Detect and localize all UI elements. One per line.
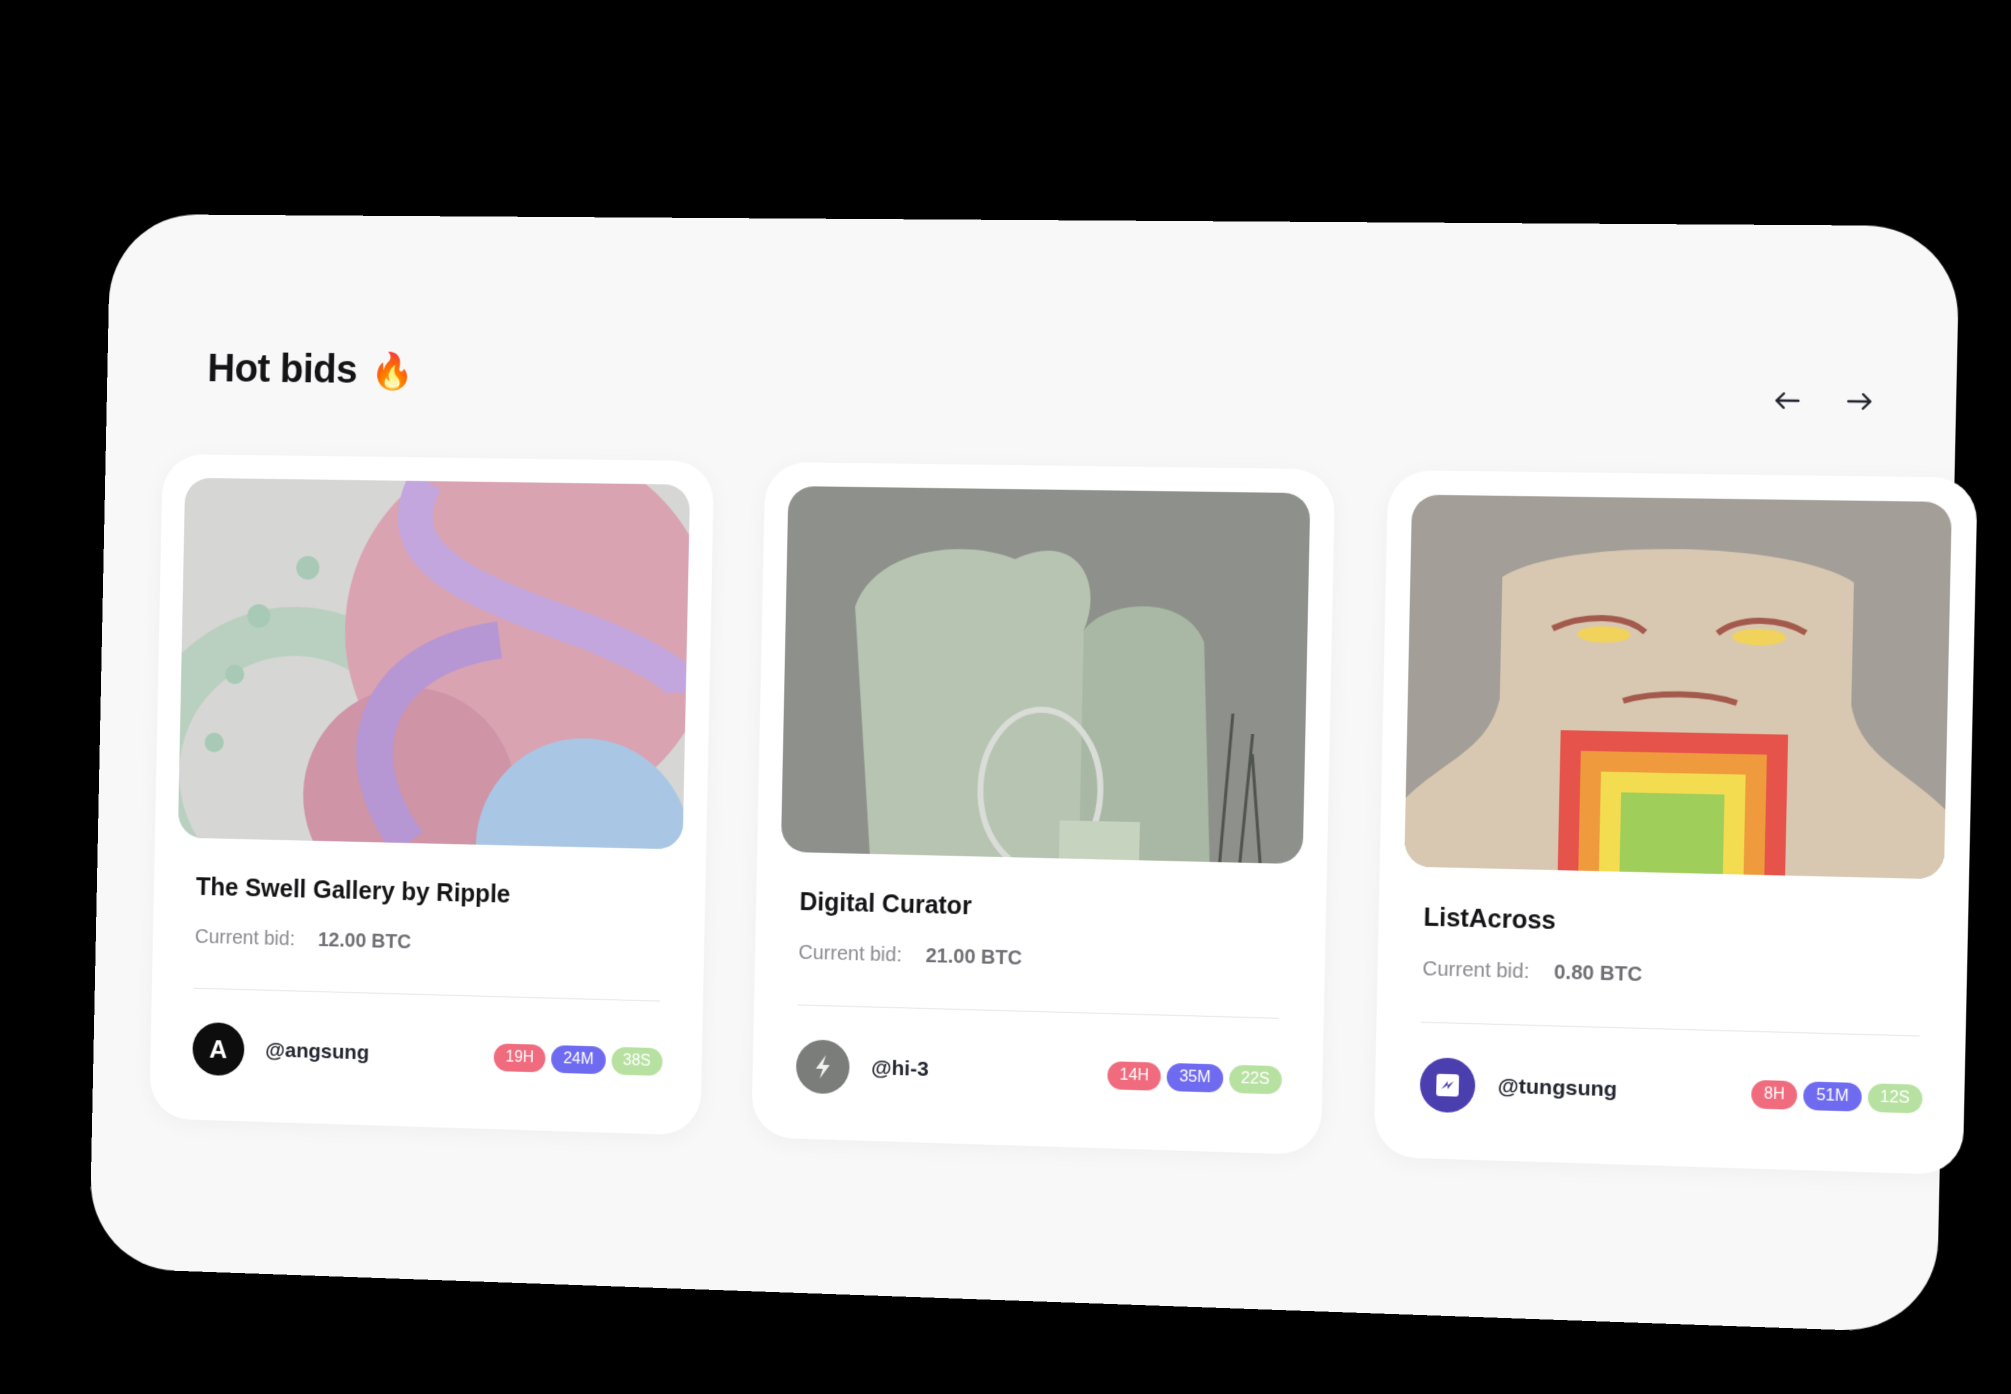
current-bid: Current bid: 21.00 BTC — [798, 942, 1022, 971]
owner-info[interactable]: A @angsung — [192, 1021, 370, 1080]
timer-seconds: 38S — [610, 1046, 663, 1076]
owner-info[interactable]: @tungsung — [1419, 1057, 1617, 1118]
bid-value: 12.00 BTC — [317, 929, 412, 954]
bid-value: 0.80 BTC — [1553, 961, 1643, 987]
bid-card[interactable]: ListAcross Current bid: 0.80 BTC @tungsu… — [1373, 469, 1978, 1176]
avatar[interactable]: A — [192, 1021, 245, 1077]
divider — [193, 987, 660, 1002]
timer-hours: 8H — [1750, 1079, 1798, 1110]
carousel-nav — [1764, 378, 1884, 424]
countdown-timer: 14H 35M 22S — [1107, 1061, 1283, 1095]
divider — [797, 1004, 1280, 1019]
bolt-icon — [815, 1054, 830, 1079]
current-bid: Current bid: 0.80 BTC — [1422, 958, 1642, 987]
card-title[interactable]: ListAcross — [1423, 903, 1556, 936]
prev-button[interactable] — [1764, 378, 1811, 423]
countdown-timer: 19H 24M 38S — [493, 1043, 663, 1076]
bid-cards: The Swell Gallery by Ripple Current bid:… — [149, 453, 1978, 1176]
bid-label: Current bid: — [1422, 958, 1530, 984]
timer-minutes: 24M — [551, 1045, 606, 1075]
section-header: Hot bids 🔥 — [207, 347, 414, 393]
bid-label: Current bid: — [798, 941, 903, 967]
fire-icon: 🔥 — [370, 350, 415, 391]
timer-minutes: 51M — [1803, 1081, 1862, 1112]
avatar-letter: A — [209, 1033, 228, 1064]
next-button[interactable] — [1836, 379, 1883, 425]
owner-handle[interactable]: @hi-3 — [871, 1056, 929, 1082]
arrow-right-icon — [1846, 391, 1874, 412]
artwork-image[interactable] — [177, 477, 691, 850]
timer-hours: 14H — [1107, 1061, 1162, 1091]
bid-card[interactable]: Digital Curator Current bid: 21.00 BTC @… — [751, 461, 1336, 1156]
logo-icon — [1436, 1073, 1460, 1097]
current-bid: Current bid: 12.00 BTC — [195, 926, 412, 954]
card-title[interactable]: Digital Curator — [799, 888, 972, 921]
timer-minutes: 35M — [1166, 1062, 1224, 1093]
page-title: Hot bids — [207, 346, 358, 392]
owner-handle[interactable]: @tungsung — [1497, 1075, 1617, 1103]
bid-value: 21.00 BTC — [925, 945, 1023, 970]
artwork-image[interactable] — [1404, 494, 1952, 880]
avatar[interactable] — [1419, 1057, 1476, 1114]
timer-hours: 19H — [493, 1043, 547, 1073]
artwork-image[interactable] — [780, 486, 1311, 865]
timer-seconds: 12S — [1867, 1083, 1923, 1114]
countdown-timer: 8H 51M 12S — [1750, 1079, 1923, 1114]
bid-card[interactable]: The Swell Gallery by Ripple Current bid:… — [149, 453, 715, 1136]
avatar[interactable] — [795, 1039, 851, 1095]
hot-bids-panel: Hot bids 🔥 The Swell Gallery by Ripple C… — [89, 214, 1978, 1334]
divider — [1421, 1021, 1920, 1037]
card-title[interactable]: The Swell Gallery by Ripple — [196, 873, 511, 909]
timer-seconds: 22S — [1228, 1064, 1283, 1095]
owner-info[interactable]: @hi-3 — [795, 1039, 930, 1097]
arrow-left-icon — [1773, 390, 1800, 411]
bid-label: Current bid: — [194, 926, 296, 951]
owner-handle[interactable]: @angsung — [265, 1039, 369, 1066]
